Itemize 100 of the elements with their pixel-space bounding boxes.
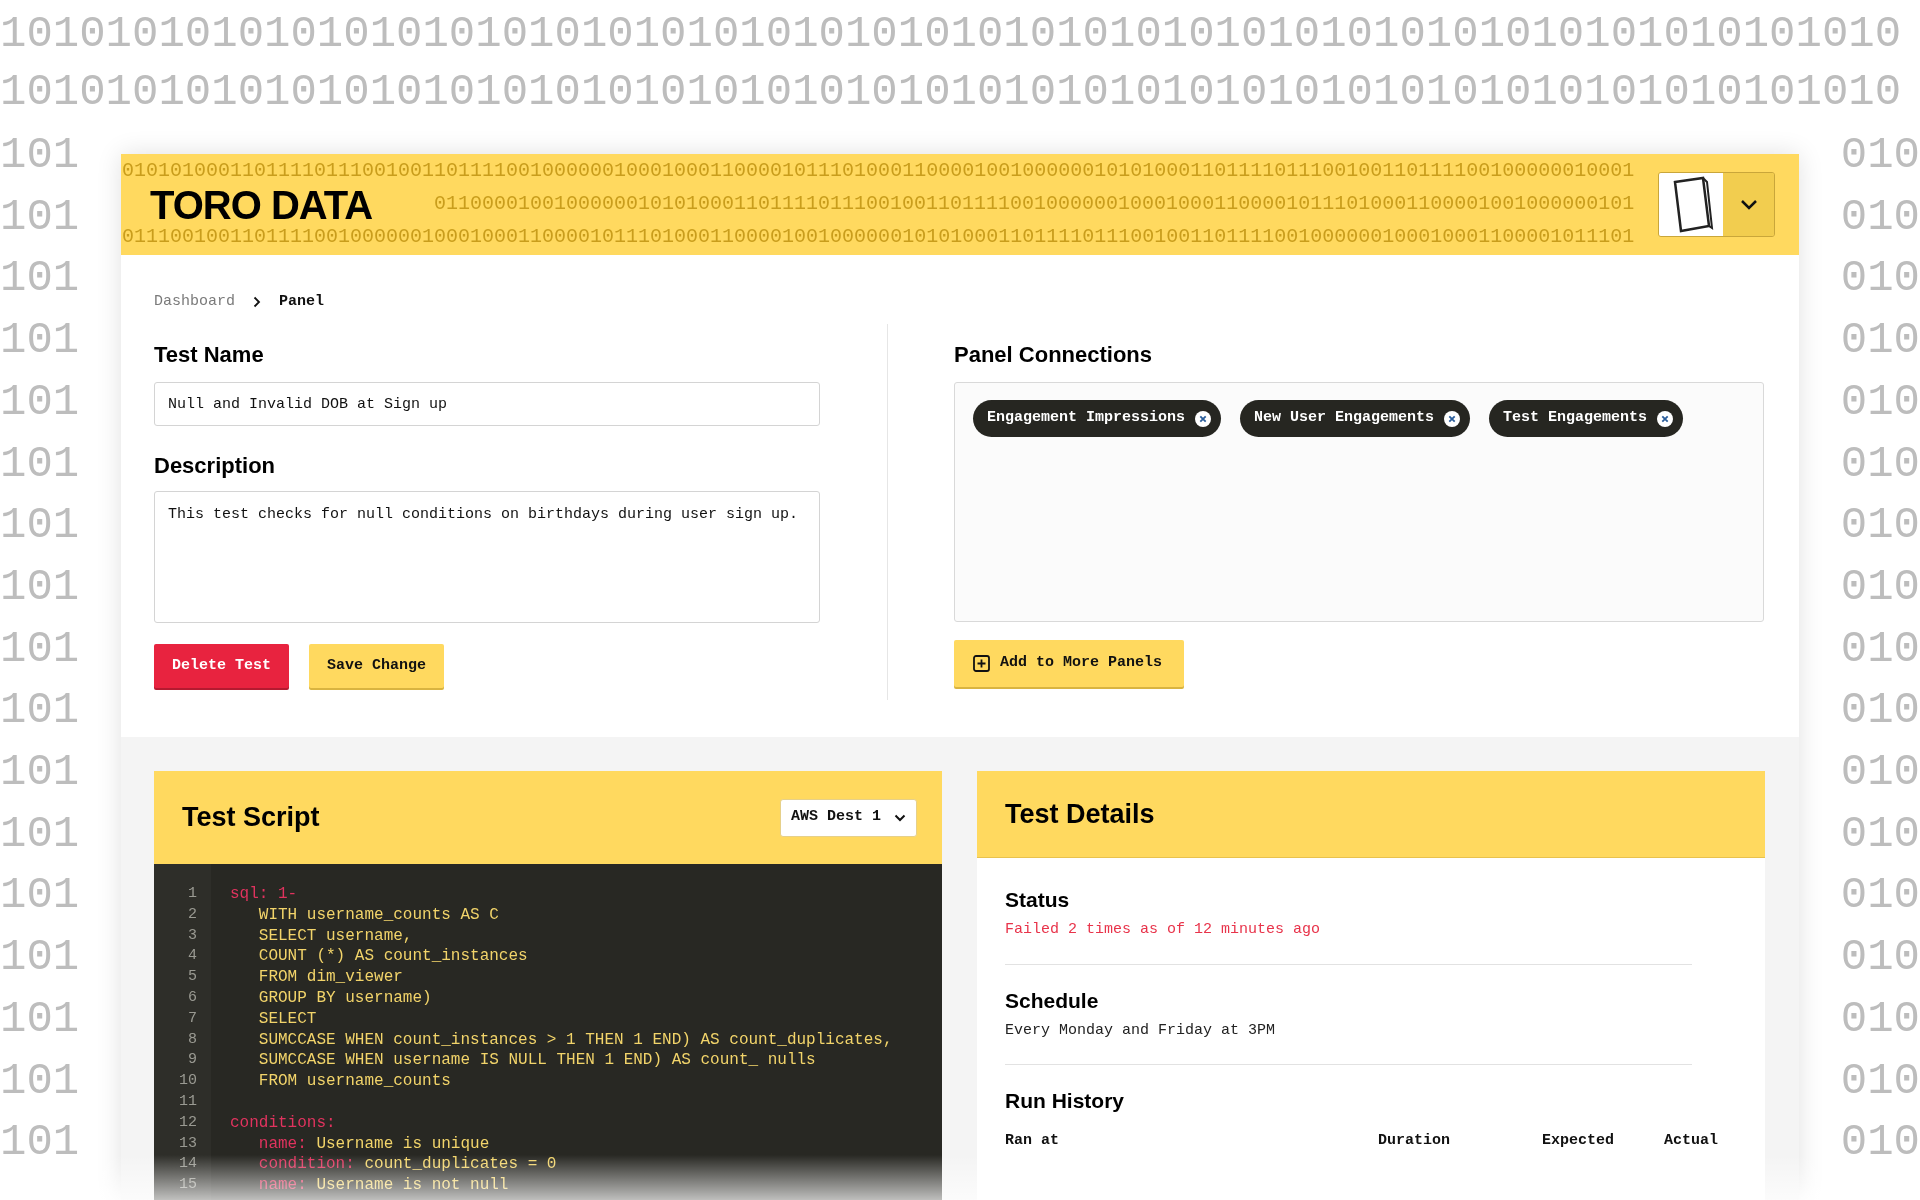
panel-chip[interactable]: New User Engagements: [1240, 400, 1471, 437]
description-field[interactable]: This test checks for null conditions on birthdays during user sign up.: [154, 491, 820, 623]
code-token: COUNT (*) AS count_instances: [257, 946, 528, 968]
background-pattern: 101010101010101010101010101010101010101010101010101010101010101010101010: [0, 70, 1902, 114]
background-pattern: 010: [1840, 503, 1920, 548]
background-pattern: 010: [1840, 935, 1920, 980]
code-token: Username is unique: [315, 1133, 490, 1155]
line-number: 2: [188, 904, 197, 925]
background-pattern: 010: [1840, 1058, 1920, 1103]
field-label: Test Name: [154, 340, 265, 369]
code-token: GROUP BY username): [257, 988, 432, 1009]
panel-chip[interactable]: Engagement Impressions: [973, 400, 1222, 437]
background-pattern: 101: [0, 318, 80, 363]
background-pattern: 010: [1840, 750, 1920, 794]
chip-label: Engagement Impressions: [987, 408, 1186, 429]
section-title: Run History: [1005, 1088, 1125, 1115]
avatar[interactable]: [1659, 173, 1723, 236]
background-pattern: 101: [0, 379, 80, 424]
code-token: sql: 1-: [230, 884, 298, 905]
section-title: Panel Connections: [954, 340, 1154, 369]
line-number: 10: [179, 1071, 197, 1092]
plus-square-icon: [973, 655, 990, 672]
background-pattern: 101: [0, 750, 80, 794]
background-pattern: 010: [1840, 564, 1920, 609]
background-pattern: 010: [1840, 873, 1920, 918]
background-pattern: 010: [1840, 996, 1920, 1041]
delete-button[interactable]: Delete Test: [154, 644, 290, 688]
column-header: Actual: [1664, 1131, 1718, 1151]
schedule-text: Every Monday and Friday at 3PM: [1005, 1020, 1277, 1041]
section-title: Status: [1005, 887, 1071, 914]
background-pattern: 101010101010101010101010101010101010101010101010101010101010101010101010: [0, 12, 1902, 56]
line-number: 4: [188, 946, 197, 967]
code-token: conditions:: [230, 1112, 336, 1134]
line-number: 12: [179, 1112, 197, 1133]
line-number: 7: [188, 1008, 197, 1029]
chevron-down-icon: [894, 813, 906, 822]
code-token: WITH username_counts AS C: [257, 904, 499, 926]
line-number: 13: [179, 1133, 197, 1154]
column-header: Duration: [1378, 1131, 1451, 1151]
background-pattern: 101: [0, 1120, 80, 1165]
background-pattern: 101: [0, 441, 80, 486]
code-token: name:: [257, 1175, 307, 1196]
line-number: 11: [179, 1091, 197, 1112]
chevron-right-icon: [253, 296, 261, 308]
background-pattern: 101: [0, 564, 80, 609]
line-number: 6: [188, 988, 197, 1008]
test-name-field[interactable]: Null and Invalid DOB at Sign up: [154, 382, 820, 426]
background-pattern: 010: [1840, 379, 1920, 424]
chevron-down-icon: [1739, 199, 1758, 210]
background-pattern: 010: [1840, 626, 1920, 671]
section-title: Schedule: [1005, 987, 1100, 1014]
remove-icon[interactable]: [1444, 410, 1461, 427]
background-pattern: 101: [0, 626, 80, 671]
status-text: Failed 2 times as of 12 minutes ago: [1005, 920, 1322, 940]
background-pattern: 010: [1840, 194, 1920, 239]
line-number: 14: [179, 1154, 197, 1175]
code-token: SUMCCASE WHEN username IS NULL THEN 1 END) AS count_ nulls: [257, 1050, 816, 1072]
header-pattern: 010101000110111101110010011011110010000001000100011000010111010001100001001000000101010001101111011100100110111100100000010001: [122, 158, 1635, 184]
line-number: 1: [188, 884, 197, 904]
card-title: Test Details: [1005, 797, 1155, 831]
background-pattern: 101: [0, 133, 80, 177]
code-token: count_duplicates = 0: [363, 1154, 557, 1176]
header-pattern: 0110000100100000010101000110111101110010011011110010000001000100011000010111010001100001001000000101: [434, 191, 1635, 217]
line-number: 15: [179, 1175, 197, 1196]
code-token: FROM username_counts: [257, 1071, 451, 1092]
code-token: Username is not null: [315, 1175, 509, 1196]
panel-chip[interactable]: Test Engagements: [1489, 400, 1684, 437]
code-token: name:: [257, 1133, 307, 1155]
background-pattern: 101: [0, 688, 80, 733]
code-token: FROM dim_viewer: [257, 967, 403, 988]
background-pattern: 101: [0, 935, 80, 980]
remove-icon[interactable]: [1657, 410, 1674, 427]
background-pattern: 101: [0, 194, 80, 239]
line-number: 3: [188, 925, 197, 946]
remove-icon[interactable]: [1195, 410, 1212, 427]
background-pattern: 101: [0, 256, 80, 301]
code-token: SELECT username,: [257, 925, 413, 947]
column-header: Ran at: [1005, 1131, 1060, 1151]
add-panels-button[interactable]: Add to More Panels: [954, 640, 1184, 687]
column-header: Expected: [1542, 1131, 1615, 1151]
background-pattern: 010: [1840, 318, 1920, 363]
field-label: Description: [154, 451, 277, 480]
code-token: SELECT: [257, 1008, 317, 1030]
destination-dropdown[interactable]: AWS Dest 1: [780, 798, 917, 837]
chip-label: Test Engagements: [1503, 408, 1648, 429]
chip-label: New User Engagements: [1254, 408, 1435, 429]
background-pattern: 010: [1840, 441, 1920, 486]
save-button[interactable]: Save Change: [309, 644, 445, 688]
background-pattern: 101: [0, 503, 80, 548]
background-pattern: 101: [0, 873, 80, 918]
line-number: 9: [188, 1050, 197, 1071]
line-number: 8: [188, 1029, 197, 1050]
background-pattern: 010: [1840, 688, 1920, 733]
line-number: 5: [188, 967, 197, 988]
background-pattern: 010: [1840, 256, 1920, 301]
card-title: Test Script: [182, 801, 320, 835]
breadcrumb-link[interactable]: Dashboard: [154, 290, 235, 314]
code-token: SUMCCASE WHEN count_instances > 1 THEN 1 END) AS count_duplicates,: [257, 1029, 893, 1051]
code-token: condition:: [257, 1154, 355, 1176]
background-pattern: 010: [1840, 1120, 1920, 1165]
